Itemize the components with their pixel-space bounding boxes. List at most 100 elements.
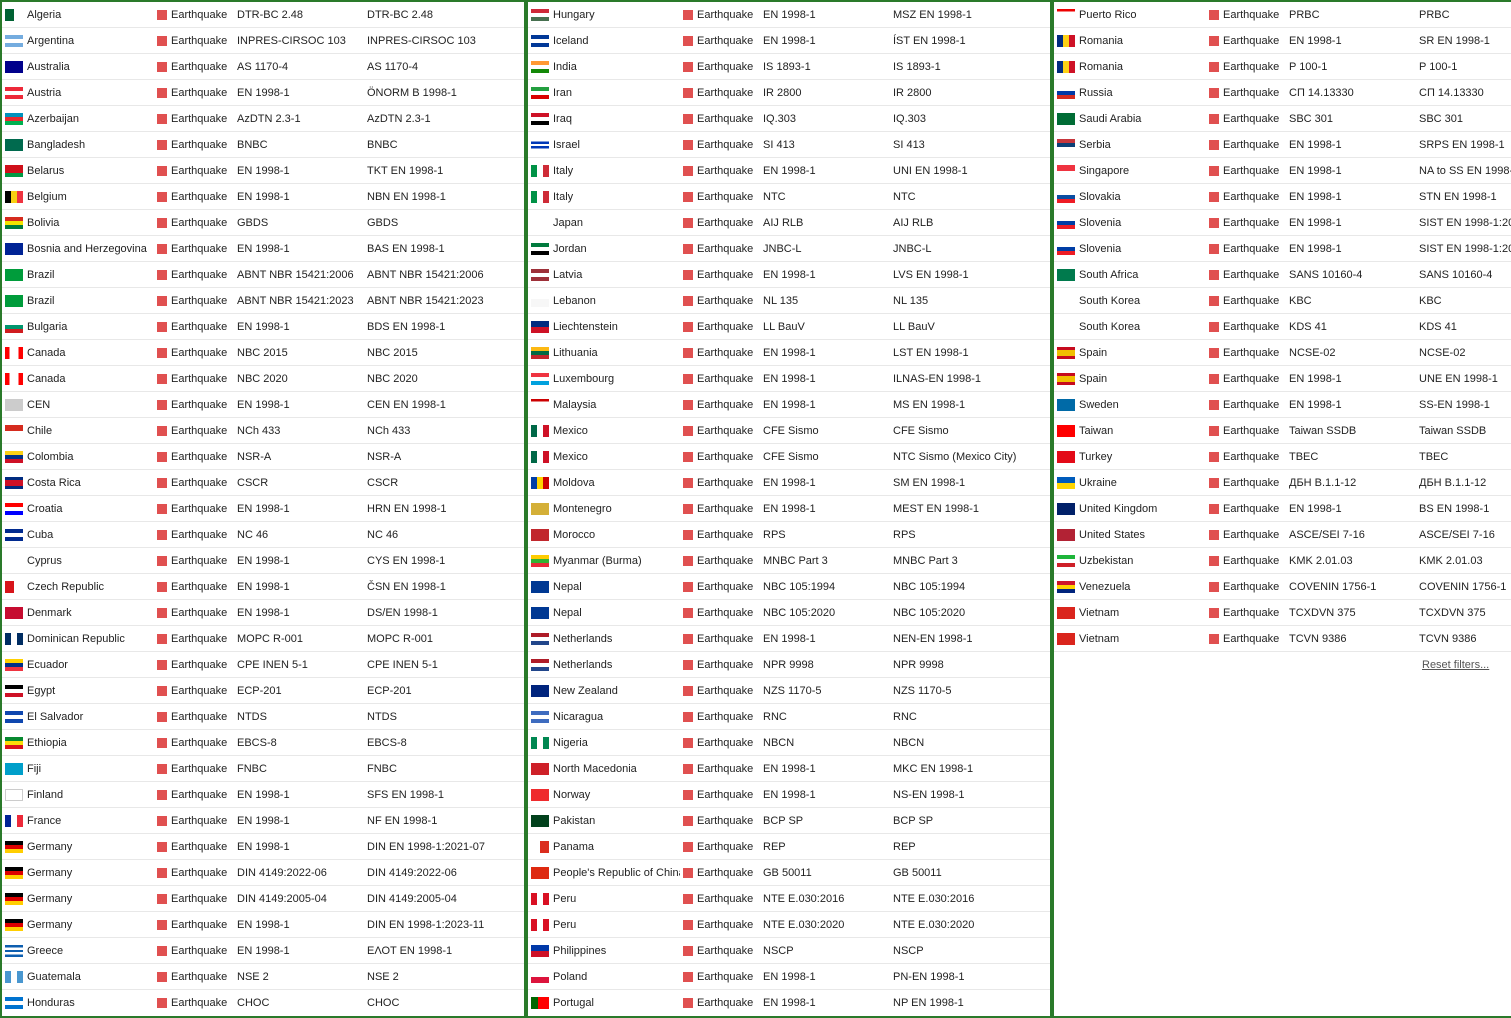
code-cell: NSE 2 (234, 964, 364, 990)
country-name: Germany (27, 841, 72, 853)
type-label: Earthquake (697, 35, 753, 47)
code-cell: NCSE-02 (1286, 340, 1416, 366)
country-flag (5, 815, 23, 827)
code-cell: MOPC R-001 (234, 626, 364, 652)
type-icon (1209, 218, 1219, 228)
type-icon (1209, 62, 1219, 72)
type-icon (157, 166, 167, 176)
country-flag (531, 61, 549, 73)
type-cell: Earthquake (1206, 262, 1286, 288)
type-cell: Earthquake (154, 392, 234, 418)
country-cell: Ecuador (2, 652, 154, 678)
country-name: Serbia (1079, 139, 1111, 151)
code-cell: KBC (1286, 288, 1416, 314)
country-name: Sweden (1079, 399, 1119, 411)
type-cell: Earthquake (154, 288, 234, 314)
type-icon (683, 400, 693, 410)
country-flag (1057, 243, 1075, 255)
code-cell: IR 2800 (760, 80, 890, 106)
country-name: Liechtenstein (553, 321, 618, 333)
country-cell: Dominican Republic (2, 626, 154, 652)
country-name: Myanmar (Burma) (553, 555, 642, 567)
fullname-cell: CHOC (364, 990, 524, 1016)
type-label: Earthquake (171, 139, 227, 151)
country-flag (5, 841, 23, 853)
type-label: Earthquake (171, 529, 227, 541)
type-label: Earthquake (697, 867, 753, 879)
type-label: Earthquake (1223, 9, 1279, 21)
fullname-cell: CPE INEN 5-1 (364, 652, 524, 678)
type-icon (157, 36, 167, 46)
code-cell: NCh 433 (234, 418, 364, 444)
country-name: Chile (27, 425, 52, 437)
country-name: Panama (553, 841, 594, 853)
code-cell: EN 1998-1 (760, 262, 890, 288)
type-icon (157, 140, 167, 150)
type-icon (1209, 348, 1219, 358)
type-cell: Earthquake (680, 730, 760, 756)
code-cell: EN 1998-1 (760, 28, 890, 54)
fullname-cell: JNBC-L (890, 236, 1050, 262)
type-cell: Earthquake (680, 756, 760, 782)
country-flag (5, 321, 23, 333)
country-cell: Spain (1054, 340, 1206, 366)
country-flag (5, 971, 23, 983)
type-label: Earthquake (697, 997, 753, 1009)
country-cell: Norway (528, 782, 680, 808)
country-flag (5, 919, 23, 931)
fullname-cell: NPR 9998 (890, 652, 1050, 678)
country-cell: Singapore (1054, 158, 1206, 184)
type-icon (157, 348, 167, 358)
country-name: Vietnam (1079, 633, 1119, 645)
type-cell: Earthquake (154, 106, 234, 132)
country-name: Vietnam (1079, 607, 1119, 619)
country-flag (531, 9, 549, 21)
code-cell: EN 1998-1 (1286, 236, 1416, 262)
type-cell: Earthquake (680, 80, 760, 106)
country-cell: Vietnam (1054, 600, 1206, 626)
code-cell: EN 1998-1 (234, 600, 364, 626)
code-cell: TCVN 9386 (1286, 626, 1416, 652)
country-cell: Taiwan (1054, 418, 1206, 444)
code-cell: NSCP (760, 938, 890, 964)
type-cell: Earthquake (154, 756, 234, 782)
type-label: Earthquake (171, 763, 227, 775)
fullname-cell: SIST EN 1998-1:2009-01 (1416, 210, 1511, 236)
country-cell: Canada (2, 340, 154, 366)
type-icon (683, 660, 693, 670)
country-flag (5, 191, 23, 203)
type-icon (157, 400, 167, 410)
country-cell: Iran (528, 80, 680, 106)
country-name: People's Republic of China (553, 867, 680, 879)
country-cell: Russia (1054, 80, 1206, 106)
fullname-cell: P 100-1 (1416, 54, 1511, 80)
type-icon (1209, 400, 1219, 410)
fullname-cell: ECP-201 (364, 678, 524, 704)
country-cell: Lithuania (528, 340, 680, 366)
country-name: Italy (553, 165, 573, 177)
type-label: Earthquake (697, 503, 753, 515)
country-flag (1057, 555, 1075, 567)
country-flag (531, 919, 549, 931)
country-flag (531, 971, 549, 983)
country-flag (1057, 581, 1075, 593)
type-icon (157, 296, 167, 306)
code-cell: EN 1998-1 (760, 782, 890, 808)
reset-filters-link[interactable]: Reset filters... (1419, 655, 1492, 675)
code-cell: Taiwan SSDB (1286, 418, 1416, 444)
fullname-cell: DIN EN 1998-1:2023-11 (364, 912, 524, 938)
type-cell: Earthquake (680, 132, 760, 158)
type-label: Earthquake (697, 139, 753, 151)
type-cell: Earthquake (154, 28, 234, 54)
country-name: Lebanon (553, 295, 596, 307)
code-cell: IQ.303 (760, 106, 890, 132)
type-icon (683, 556, 693, 566)
country-flag (531, 789, 549, 801)
type-label: Earthquake (697, 87, 753, 99)
country-flag (531, 35, 549, 47)
country-name: New Zealand (553, 685, 618, 697)
type-icon (157, 790, 167, 800)
type-cell: Earthquake (154, 626, 234, 652)
country-cell: Italy (528, 184, 680, 210)
fullname-cell: DIN 4149:2005-04 (364, 886, 524, 912)
